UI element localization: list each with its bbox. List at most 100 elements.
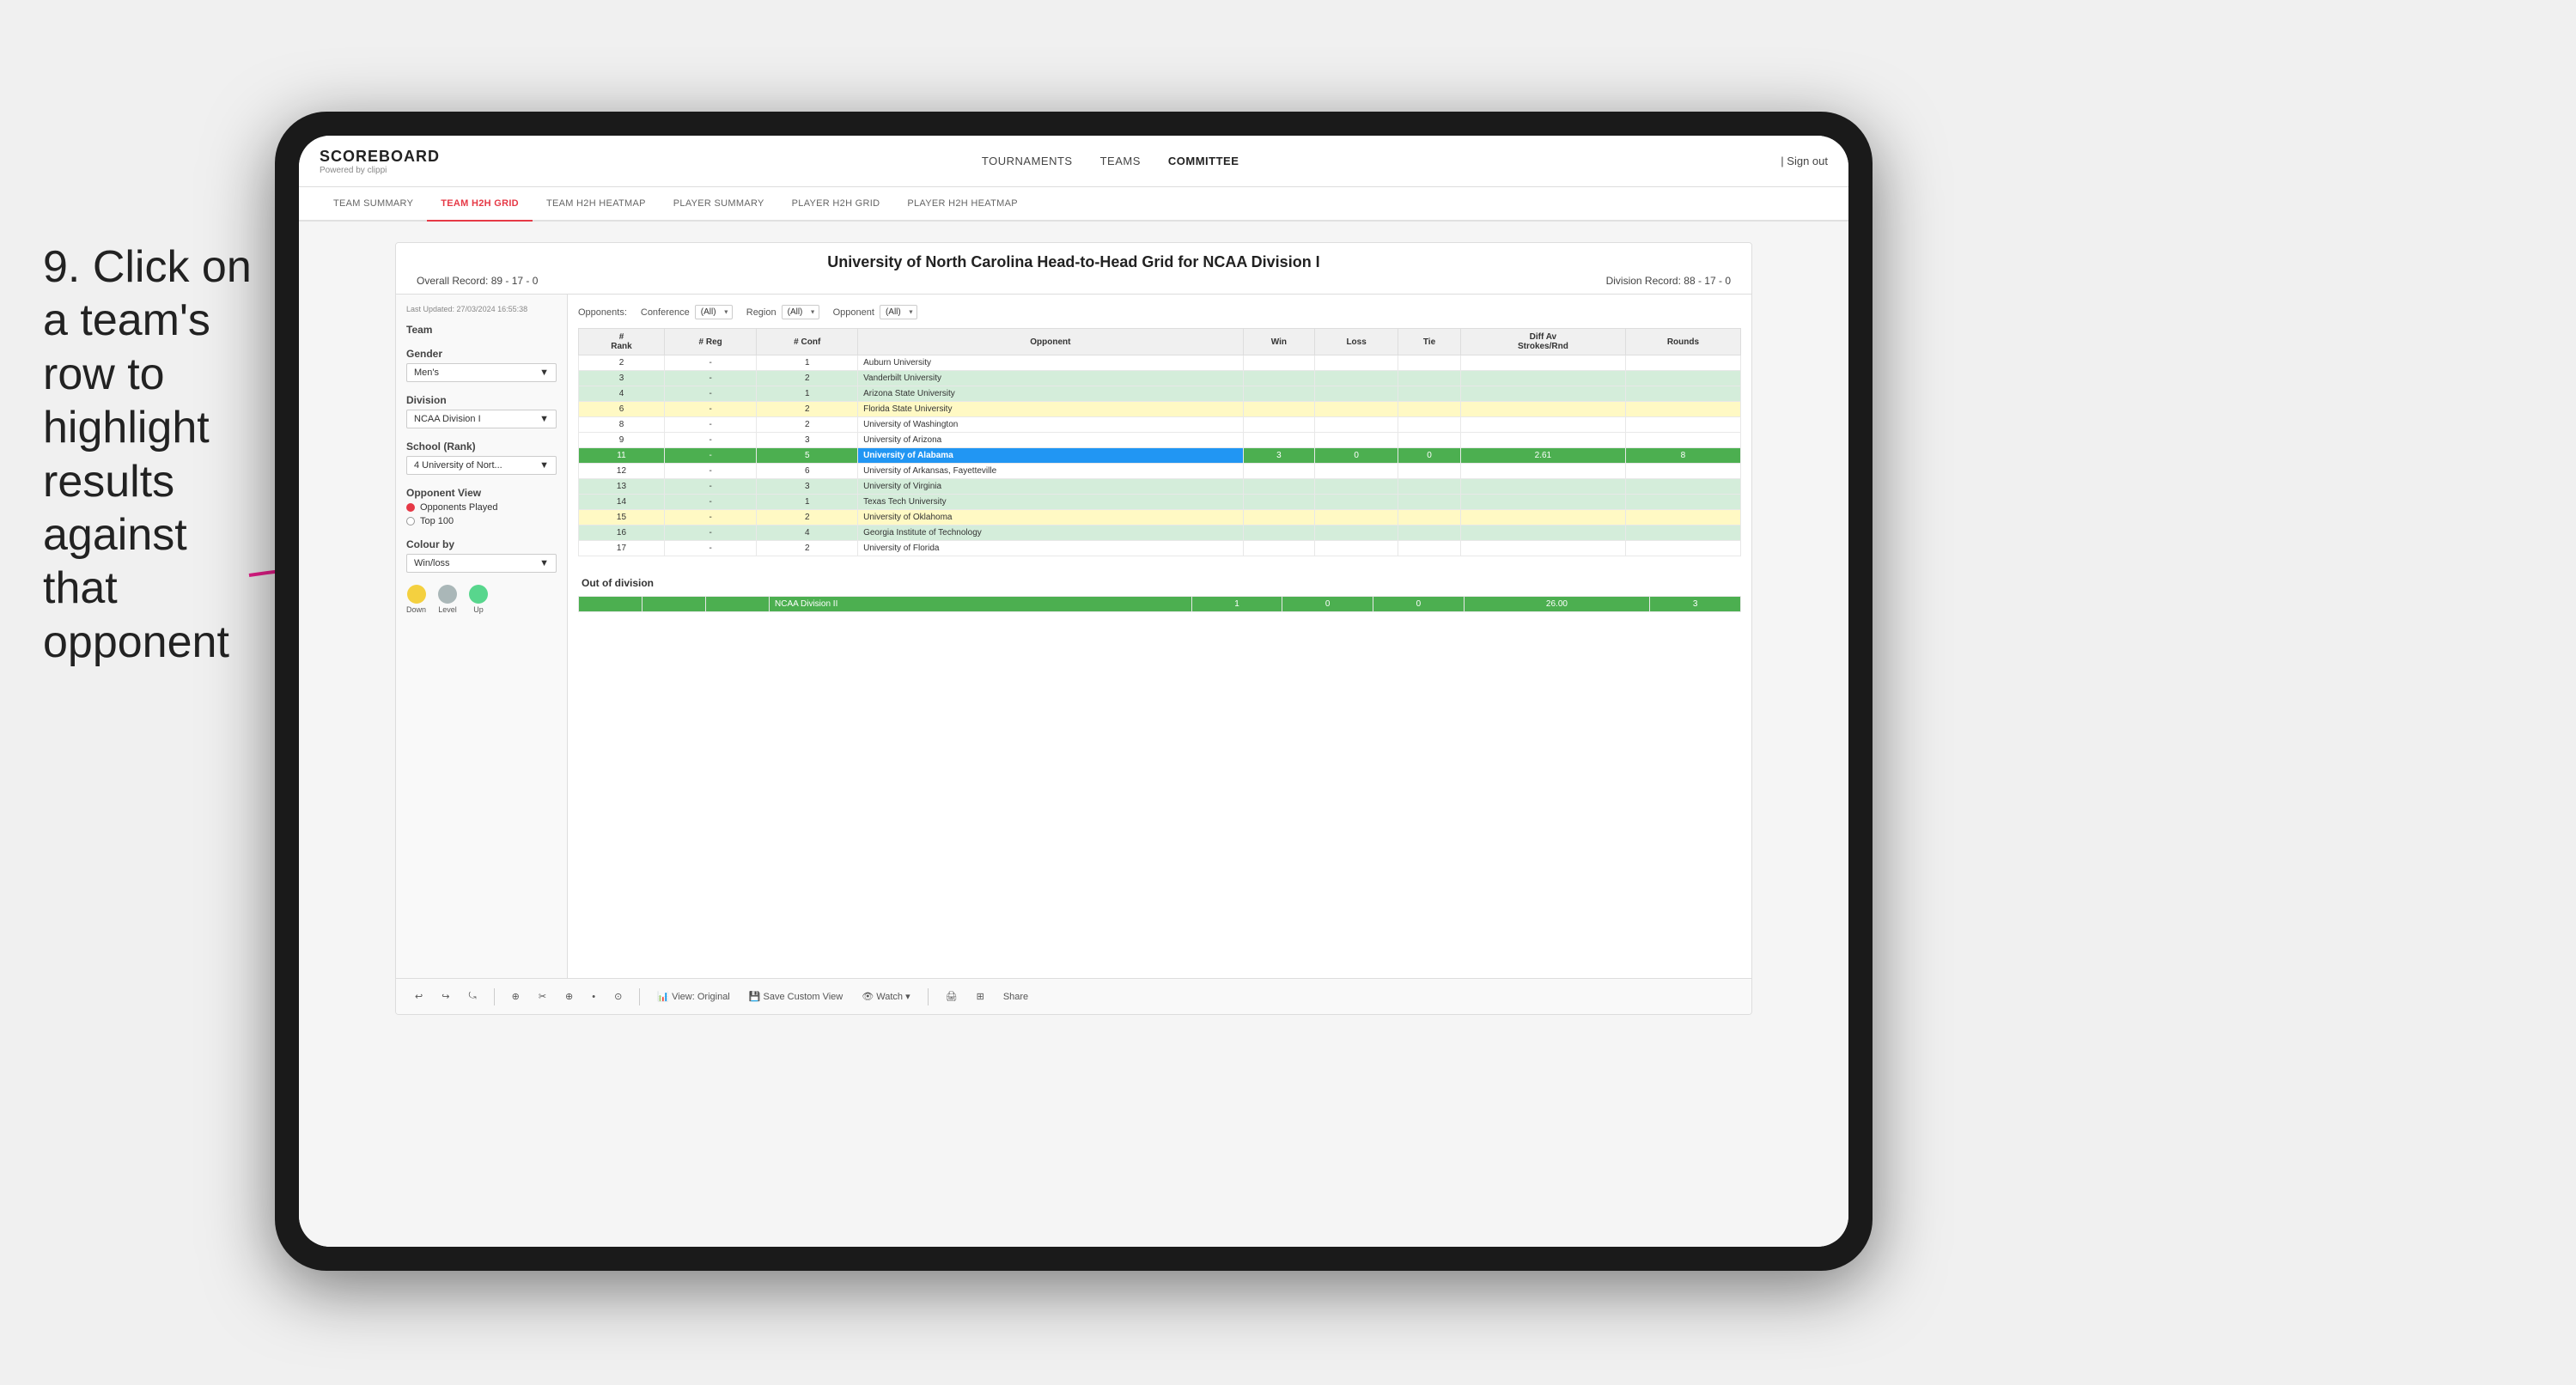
toolbar-undo[interactable]: ↩ bbox=[410, 989, 428, 1004]
cell-rank: 14 bbox=[579, 495, 665, 510]
table-row[interactable]: 2-1Auburn University bbox=[579, 355, 1741, 371]
sign-out-link[interactable]: | Sign out bbox=[1781, 155, 1828, 167]
out-of-division-row[interactable]: NCAA Division II 1 0 0 26.00 3 bbox=[579, 597, 1741, 612]
cell-rounds bbox=[1625, 464, 1740, 479]
tab-player-h2h-heatmap[interactable]: PLAYER H2H HEATMAP bbox=[893, 187, 1031, 222]
legend-dot-level bbox=[438, 585, 457, 604]
nav-committee[interactable]: COMMITTEE bbox=[1168, 155, 1239, 167]
tab-player-summary[interactable]: PLAYER SUMMARY bbox=[660, 187, 778, 222]
toolbar-cut[interactable]: ✂ bbox=[533, 989, 551, 1004]
cell-opponent: University of Alabama bbox=[858, 448, 1244, 464]
opponent-select-wrap[interactable]: (All) bbox=[880, 305, 917, 319]
dashboard-body: Last Updated: 27/03/2024 16:55:38 Team G… bbox=[396, 295, 1751, 978]
cell-conf: 5 bbox=[757, 448, 858, 464]
cell-rank: 12 bbox=[579, 464, 665, 479]
table-row[interactable]: 13-3University of Virginia bbox=[579, 479, 1741, 495]
division-field[interactable]: NCAA Division I ▼ bbox=[406, 410, 557, 428]
out-of-division-table: NCAA Division II 1 0 0 26.00 3 bbox=[578, 596, 1741, 612]
cell-diff bbox=[1460, 495, 1625, 510]
cell-tie bbox=[1398, 402, 1461, 417]
cell-rank: 8 bbox=[579, 417, 665, 433]
radio-top-100[interactable]: Top 100 bbox=[406, 516, 557, 526]
cell-reg: - bbox=[664, 479, 756, 495]
cell-rank: 2 bbox=[579, 355, 665, 371]
table-row[interactable]: 17-2University of Florida bbox=[579, 541, 1741, 556]
cell-win bbox=[1243, 402, 1314, 417]
logo-area: SCOREBOARD Powered by clippi bbox=[320, 148, 440, 175]
tab-team-summary[interactable]: TEAM SUMMARY bbox=[320, 187, 427, 222]
toolbar-view-original[interactable]: 📊 View: Original bbox=[652, 989, 734, 1004]
opponents-label: Opponents: bbox=[578, 307, 627, 318]
cell-loss bbox=[1315, 386, 1398, 402]
cell-conf: 3 bbox=[757, 433, 858, 448]
toolbar-add[interactable]: ⊕ bbox=[507, 989, 525, 1004]
col-tie: Tie bbox=[1398, 329, 1461, 355]
col-loss: Loss bbox=[1315, 329, 1398, 355]
cell-tie bbox=[1398, 386, 1461, 402]
cell-tie bbox=[1398, 464, 1461, 479]
cell-diff bbox=[1460, 386, 1625, 402]
table-row[interactable]: 3-2Vanderbilt University bbox=[579, 371, 1741, 386]
col-diff: Diff AvStrokes/Rnd bbox=[1460, 329, 1625, 355]
colour-section: Colour by Win/loss ▼ bbox=[406, 538, 557, 573]
opponent-radio-group: Opponents Played Top 100 bbox=[406, 502, 557, 526]
table-row[interactable]: 11-5University of Alabama3002.618 bbox=[579, 448, 1741, 464]
table-row[interactable]: 6-2Florida State University bbox=[579, 402, 1741, 417]
toolbar-share[interactable]: Share bbox=[998, 990, 1033, 1004]
table-row[interactable]: 8-2University of Washington bbox=[579, 417, 1741, 433]
table-row[interactable]: 16-4Georgia Institute of Technology bbox=[579, 525, 1741, 541]
ood-win: 1 bbox=[1191, 597, 1282, 612]
toolbar-watch[interactable]: 👁 Watch ▾ bbox=[856, 989, 915, 1004]
cell-opponent: University of Florida bbox=[858, 541, 1244, 556]
table-row[interactable]: 15-2University of Oklahoma bbox=[579, 510, 1741, 525]
conference-select-wrap[interactable]: (All) bbox=[695, 305, 733, 319]
tab-team-h2h-grid[interactable]: TEAM H2H GRID bbox=[427, 187, 533, 222]
col-conf: # Conf bbox=[757, 329, 858, 355]
toolbar-print[interactable]: 🖨 bbox=[941, 989, 963, 1004]
region-select-wrap[interactable]: (All) bbox=[782, 305, 819, 319]
tab-team-h2h-heatmap[interactable]: TEAM H2H HEATMAP bbox=[533, 187, 660, 222]
toolbar-grid[interactable]: ⊞ bbox=[971, 989, 990, 1004]
table-row[interactable]: 4-1Arizona State University bbox=[579, 386, 1741, 402]
region-select[interactable]: (All) bbox=[782, 305, 819, 319]
tab-player-h2h-grid[interactable]: PLAYER H2H GRID bbox=[778, 187, 894, 222]
col-win: Win bbox=[1243, 329, 1314, 355]
cell-diff bbox=[1460, 371, 1625, 386]
table-row[interactable]: 14-1Texas Tech University bbox=[579, 495, 1741, 510]
last-updated: Last Updated: 27/03/2024 16:55:38 bbox=[406, 305, 557, 313]
team-label: Team bbox=[406, 324, 557, 336]
step-number: 9. bbox=[43, 242, 80, 292]
table-row[interactable]: 12-6University of Arkansas, Fayetteville bbox=[579, 464, 1741, 479]
nav-teams[interactable]: TEAMS bbox=[1100, 155, 1141, 167]
gender-field[interactable]: Men's ▼ bbox=[406, 363, 557, 382]
colour-field[interactable]: Win/loss ▼ bbox=[406, 554, 557, 573]
cell-conf: 3 bbox=[757, 479, 858, 495]
cell-loss bbox=[1315, 417, 1398, 433]
toolbar-target[interactable]: ⊙ bbox=[609, 989, 627, 1004]
left-panel: Last Updated: 27/03/2024 16:55:38 Team G… bbox=[396, 295, 568, 978]
school-field[interactable]: 4 University of Nort... ▼ bbox=[406, 456, 557, 475]
table-row[interactable]: 9-3University of Arizona bbox=[579, 433, 1741, 448]
radio-opponents-played[interactable]: Opponents Played bbox=[406, 502, 557, 513]
cell-rounds bbox=[1625, 402, 1740, 417]
cell-reg: - bbox=[664, 510, 756, 525]
cell-win bbox=[1243, 417, 1314, 433]
toolbar-save-custom[interactable]: 💾 Save Custom View bbox=[744, 989, 848, 1004]
toolbar-circle[interactable]: ⊕ bbox=[560, 989, 578, 1004]
gender-section: Gender Men's ▼ bbox=[406, 348, 557, 382]
legend-down: Down bbox=[406, 585, 426, 614]
ood-rounds: 3 bbox=[1650, 597, 1741, 612]
toolbar-dot[interactable]: • bbox=[587, 990, 600, 1004]
cell-reg: - bbox=[664, 417, 756, 433]
nav-tournaments[interactable]: TOURNAMENTS bbox=[982, 155, 1073, 167]
ood-loss: 0 bbox=[1282, 597, 1373, 612]
toolbar-redo[interactable]: ↪ bbox=[436, 989, 454, 1004]
conference-select[interactable]: (All) bbox=[695, 305, 733, 319]
toolbar-back[interactable]: ⤿ bbox=[463, 989, 481, 1004]
cell-loss bbox=[1315, 525, 1398, 541]
ood-conf bbox=[706, 597, 770, 612]
top-nav: SCOREBOARD Powered by clippi TOURNAMENTS… bbox=[299, 136, 1848, 187]
opponent-select[interactable]: (All) bbox=[880, 305, 917, 319]
cell-tie bbox=[1398, 479, 1461, 495]
conference-label: Conference bbox=[641, 307, 690, 318]
